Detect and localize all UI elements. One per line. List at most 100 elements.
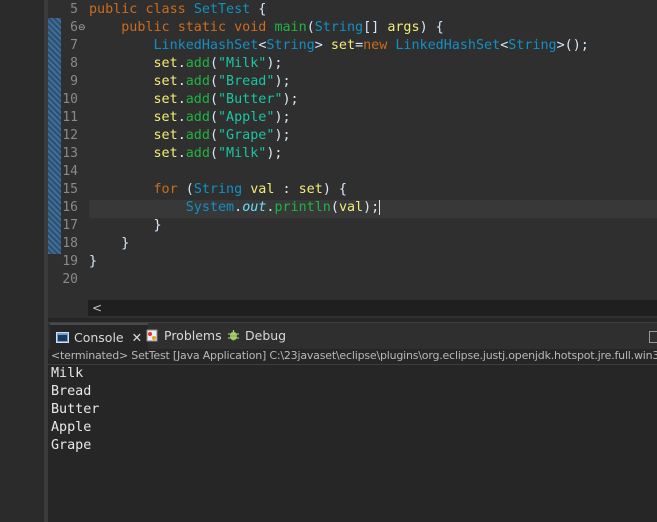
console-output-line: Apple — [51, 420, 92, 435]
line-number: 6 — [70, 20, 78, 35]
tab-debug-label: Debug — [245, 328, 287, 343]
code-token: static — [177, 20, 235, 35]
code-token: = — [355, 38, 364, 53]
code-line[interactable]: } — [89, 217, 162, 235]
code-token: ( — [185, 182, 194, 197]
code-token: add — [185, 56, 210, 71]
code-token: set — [153, 146, 178, 161]
code-token: String — [193, 182, 251, 197]
code-token: main — [274, 20, 307, 35]
code-token: ) { — [322, 182, 347, 197]
code-token: set — [153, 110, 178, 125]
console-output-line: Milk — [51, 366, 84, 381]
scroll-left-icon[interactable]: < — [92, 300, 102, 316]
code-token: set — [153, 56, 178, 71]
horizontal-scrollbar[interactable]: < — [88, 300, 657, 316]
fold-collapse-icon[interactable]: ⊖ — [78, 19, 86, 37]
minimize-icon[interactable] — [649, 331, 657, 343]
code-line[interactable]: public class SetTest { — [89, 1, 266, 19]
code-token: > — [314, 38, 331, 53]
code-token: ); — [266, 146, 283, 161]
console-output-line: Grape — [51, 438, 92, 453]
line-number: 7 — [70, 38, 78, 53]
line-number: 12 — [62, 128, 78, 143]
code-line[interactable]: System.out.println(val); — [89, 199, 381, 217]
code-token: ); — [274, 74, 291, 89]
line-number: 10 — [62, 92, 78, 107]
code-token: ( — [209, 74, 218, 89]
code-token: System — [185, 200, 235, 215]
line-number: 5 — [70, 2, 78, 17]
problems-icon — [146, 325, 159, 342]
code-line[interactable]: for (String val : set) { — [89, 181, 348, 199]
code-token: ( — [209, 128, 218, 143]
code-token: String — [508, 38, 557, 53]
code-token: args — [387, 20, 420, 35]
code-token: val — [250, 182, 283, 197]
console-output-line: Bread — [51, 384, 92, 399]
console-tab-bar: Console ✕ Problems Debug — [48, 322, 657, 351]
code-token: : — [282, 182, 299, 197]
code-token: String — [266, 38, 315, 53]
console-status-line: <terminated> SetTest [Java Application] … — [51, 349, 657, 362]
console-output-line: Butter — [51, 402, 100, 417]
code-token: ( — [209, 92, 218, 107]
line-number: 20 — [62, 272, 78, 287]
code-token: ( — [209, 56, 218, 71]
code-token: "Bread" — [218, 74, 275, 89]
text-caret — [379, 199, 381, 215]
code-token: ); — [363, 200, 380, 215]
code-token: add — [185, 128, 210, 143]
line-number: 15 — [62, 182, 78, 197]
code-token: } — [89, 254, 98, 269]
code-token: LinkedHashSet — [395, 38, 501, 53]
close-icon[interactable]: ✕ — [132, 330, 142, 345]
code-token: out — [242, 200, 267, 215]
code-token: set — [298, 182, 323, 197]
code-token: add — [185, 146, 210, 161]
line-number: 18 — [62, 236, 78, 251]
code-line[interactable]: } — [89, 253, 97, 271]
status-divider — [48, 364, 657, 365]
code-token: } — [89, 236, 130, 251]
code-token: } — [89, 218, 162, 233]
code-line[interactable]: LinkedHashSet<String> set=new LinkedHash… — [89, 37, 589, 55]
line-number: 8 — [70, 56, 78, 71]
code-token: . — [177, 74, 186, 89]
code-token: . — [234, 200, 243, 215]
code-line[interactable]: set.add("Grape"); — [89, 127, 291, 145]
code-token: new — [363, 38, 396, 53]
debug-icon — [227, 325, 240, 341]
line-number: 13 — [62, 146, 78, 161]
code-token: "Milk" — [218, 56, 267, 71]
code-line[interactable]: set.add("Apple"); — [89, 109, 291, 127]
code-token: LinkedHashSet — [153, 38, 259, 53]
tab-console[interactable]: Console ✕ — [50, 323, 148, 351]
code-line[interactable]: } — [89, 235, 129, 253]
code-token: . — [177, 128, 186, 143]
code-token: set — [330, 38, 356, 53]
code-token: set — [153, 128, 178, 143]
code-token: ); — [274, 110, 291, 125]
code-line[interactable]: public static void main(String[] args) { — [89, 19, 444, 37]
code-line[interactable]: set.add("Bread"); — [89, 73, 291, 91]
code-line[interactable]: set.add("Milk"); — [89, 55, 283, 73]
code-token: ); — [274, 128, 291, 143]
code-token: >(); — [556, 38, 589, 53]
tab-debug[interactable]: Debug — [226, 323, 286, 349]
code-line[interactable]: set.add("Milk"); — [89, 145, 283, 163]
code-line[interactable]: set.add("Butter"); — [89, 91, 299, 109]
code-token: ); — [282, 92, 299, 107]
line-number: 16 — [62, 200, 78, 215]
tab-problems[interactable]: Problems — [145, 323, 222, 349]
code-token: "Butter" — [218, 92, 283, 107]
